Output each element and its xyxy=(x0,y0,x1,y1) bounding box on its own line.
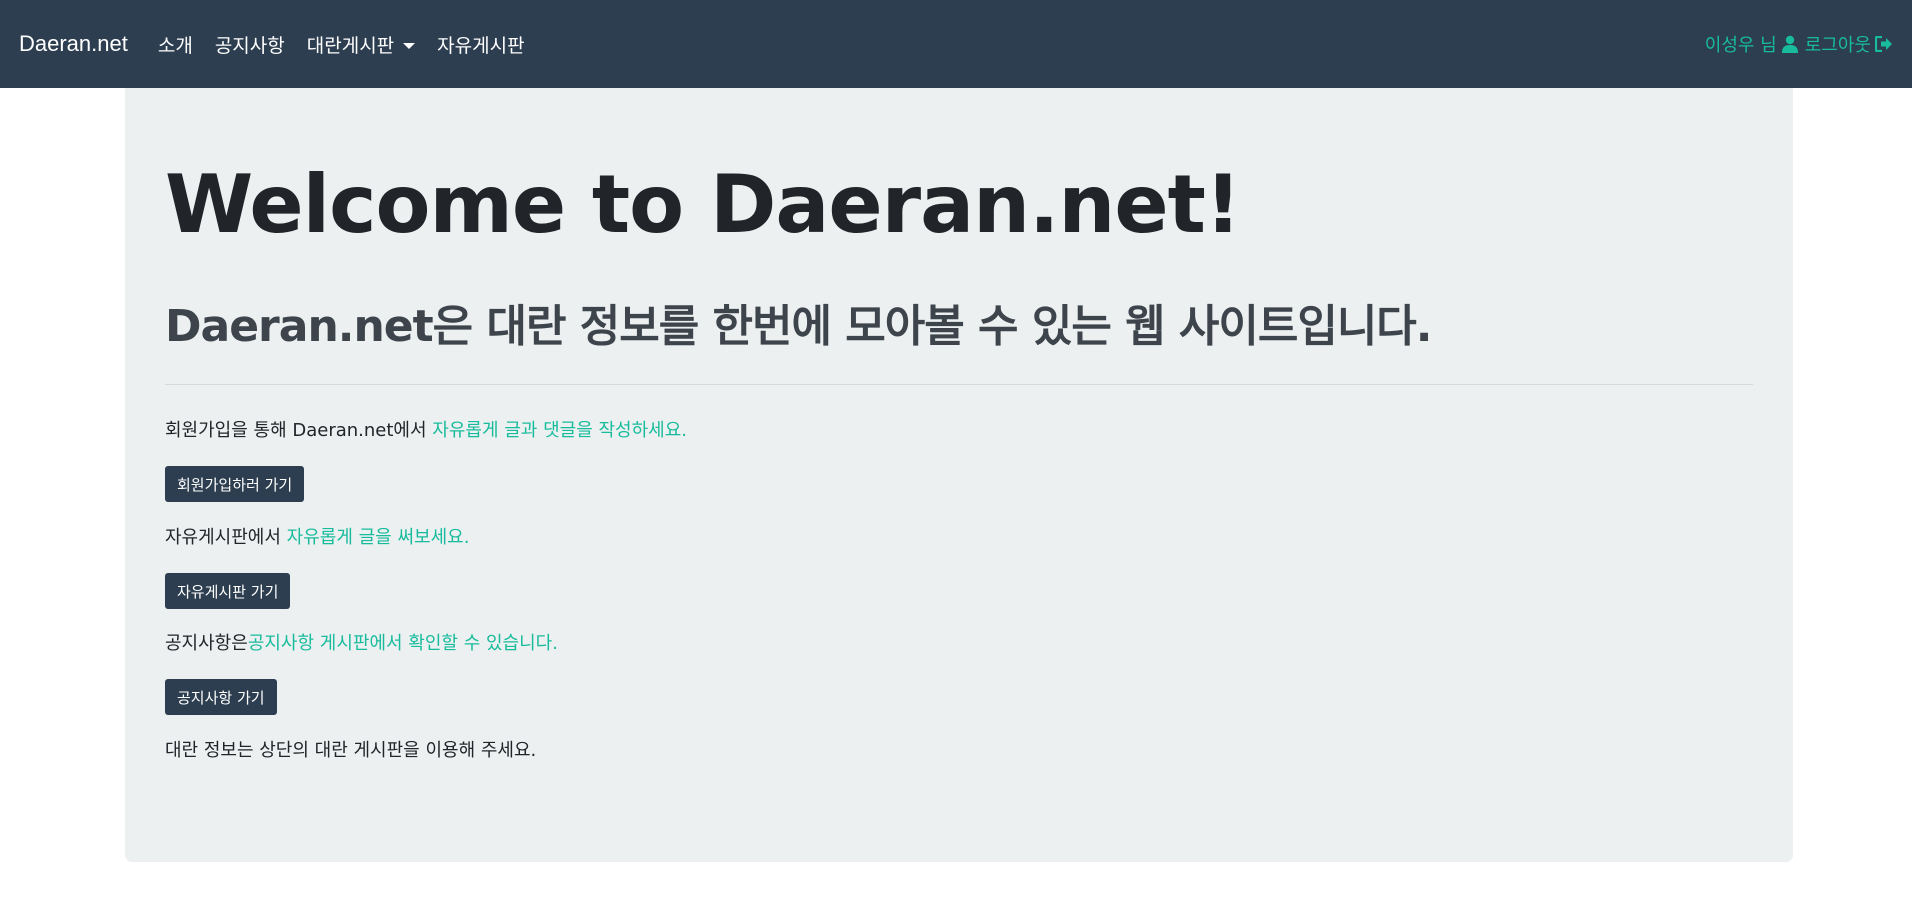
logout-label: 로그아웃 xyxy=(1804,35,1871,56)
nav-dropdown-daeran-board[interactable]: 대란게시판 xyxy=(306,31,416,58)
page-title: Welcome to Daeran.net! xyxy=(165,158,1241,251)
free-board-button[interactable]: 자유게시판 가기 xyxy=(165,573,291,609)
top-navbar: Daeran.net 소개 공지사항 대란게시판 자유게시판 이성우 님 로그아… xyxy=(0,0,1912,88)
sign-out-icon xyxy=(1875,36,1893,52)
signup-accent-text: 자유롭게 글과 댓글을 작성하세요. xyxy=(432,420,688,441)
notice-text: 공지사항은 xyxy=(165,633,248,654)
free-board-text: 자유게시판에서 xyxy=(165,527,287,548)
signup-message: 회원가입을 통해 Daeran.net에서 자유롭게 글과 댓글을 작성하세요. xyxy=(165,416,687,442)
notice-accent-text: 공지사항 게시판에서 확인할 수 있습니다. xyxy=(247,633,558,654)
user-profile-link[interactable]: 이성우 님 xyxy=(1705,31,1799,57)
signup-text: 회원가입을 통해 Daeran.net에서 xyxy=(165,420,433,441)
nav-link-intro[interactable]: 소개 xyxy=(158,31,193,58)
logout-link[interactable]: 로그아웃 xyxy=(1805,31,1893,57)
daeran-info-message: 대란 정보는 상단의 대란 게시판을 이용해 주세요. xyxy=(165,740,537,761)
notice-message: 공지사항은공지사항 게시판에서 확인할 수 있습니다. xyxy=(165,629,558,655)
nav-dropdown-label: 대란게시판 xyxy=(306,34,395,57)
user-icon xyxy=(1781,35,1799,53)
free-board-message: 자유게시판에서 자유롭게 글을 써보세요. xyxy=(165,523,469,549)
page-subtitle: Daeran.net은 대란 정보를 한번에 모아볼 수 있는 웹 사이트입니다… xyxy=(165,301,1433,352)
caret-down-icon xyxy=(403,42,416,49)
signup-button[interactable]: 회원가입하러 가기 xyxy=(165,466,305,502)
nav-links: 소개 공지사항 대란게시판 자유게시판 xyxy=(158,31,547,58)
user-name: 이성우 님 xyxy=(1704,35,1777,56)
nav-link-notice[interactable]: 공지사항 xyxy=(215,31,285,58)
welcome-jumbotron: Welcome to Daeran.net! Daeran.net은 대란 정보… xyxy=(125,88,1793,862)
user-menu: 이성우 님 로그아웃 xyxy=(1705,31,1893,57)
free-board-accent-text: 자유롭게 글을 써보세요. xyxy=(286,527,470,548)
divider xyxy=(165,384,1753,385)
notice-button[interactable]: 공지사항 가기 xyxy=(165,679,277,715)
brand-link[interactable]: Daeran.net xyxy=(19,31,128,57)
nav-link-free-board[interactable]: 자유게시판 xyxy=(437,31,524,58)
